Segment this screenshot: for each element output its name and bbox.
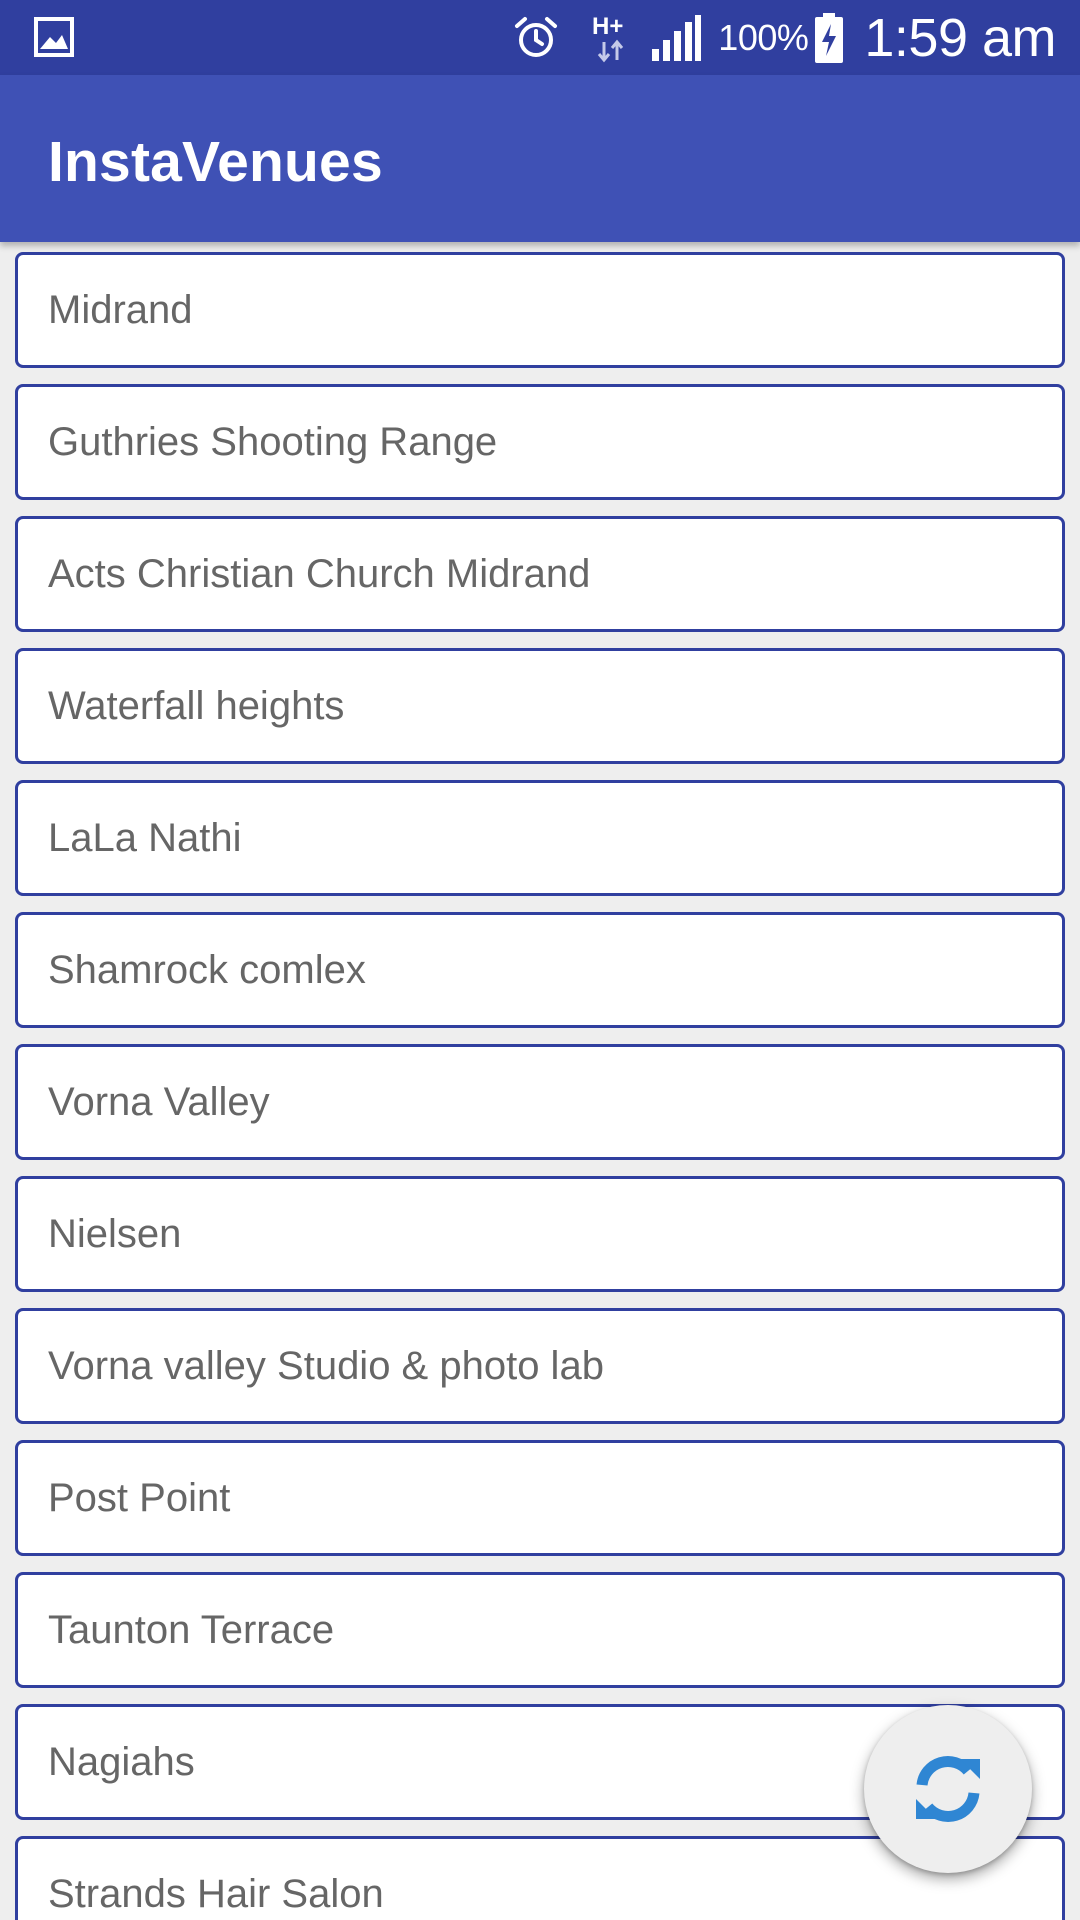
- venue-list-item[interactable]: Guthries Shooting Range: [15, 384, 1065, 500]
- venue-name: LaLa Nathi: [48, 815, 242, 860]
- battery-percent: 100%: [718, 16, 809, 58]
- venue-name: Shamrock comlex: [48, 947, 366, 992]
- alarm-icon: [510, 12, 562, 64]
- venue-list-item[interactable]: Shamrock comlex: [15, 912, 1065, 1028]
- venue-name: Vorna Valley: [48, 1079, 270, 1124]
- venue-name: Taunton Terrace: [48, 1607, 335, 1652]
- battery-charging-icon: [814, 12, 844, 64]
- venue-name: Acts Christian Church Midrand: [48, 551, 591, 596]
- venue-list-item[interactable]: Waterfall heights: [15, 648, 1065, 764]
- image-notification-icon: [34, 14, 74, 60]
- venue-name: Waterfall heights: [48, 683, 345, 728]
- venue-list-item[interactable]: Acts Christian Church Midrand: [15, 516, 1065, 632]
- venue-list-item[interactable]: Midrand: [15, 252, 1065, 368]
- h-plus-data-icon: H+: [590, 10, 634, 66]
- app-title: InstaVenues: [48, 130, 383, 194]
- app-bar: InstaVenues: [0, 75, 1080, 242]
- venue-name: Guthries Shooting Range: [48, 419, 498, 464]
- venue-name: Nagiahs: [48, 1739, 195, 1784]
- venue-list-item[interactable]: Taunton Terrace: [15, 1572, 1065, 1688]
- venue-name: Post Point: [48, 1475, 231, 1520]
- refresh-icon: [910, 1751, 986, 1827]
- venue-name: Midrand: [48, 287, 193, 332]
- venue-name: Vorna valley Studio & photo lab: [48, 1343, 604, 1388]
- screen: H+ 100% 1:59 am InstaVenues Midrand Guth…: [0, 0, 1080, 1920]
- signal-icon: [650, 13, 702, 63]
- venue-list-item[interactable]: Vorna valley Studio & photo lab: [15, 1308, 1065, 1424]
- status-time: 1:59 am: [864, 7, 1056, 68]
- svg-text:H+: H+: [592, 13, 623, 40]
- status-bar: H+ 100% 1:59 am: [0, 0, 1080, 75]
- venue-name: Nielsen: [48, 1211, 182, 1256]
- status-icons: H+ 100% 1:59 am: [510, 0, 1056, 75]
- venue-list-item[interactable]: Post Point: [15, 1440, 1065, 1556]
- venue-name: Strands Hair Salon: [48, 1871, 384, 1916]
- venue-list-item[interactable]: Nielsen: [15, 1176, 1065, 1292]
- refresh-button[interactable]: [864, 1705, 1032, 1873]
- venue-list-item[interactable]: Vorna Valley: [15, 1044, 1065, 1160]
- venue-list-item[interactable]: LaLa Nathi: [15, 780, 1065, 896]
